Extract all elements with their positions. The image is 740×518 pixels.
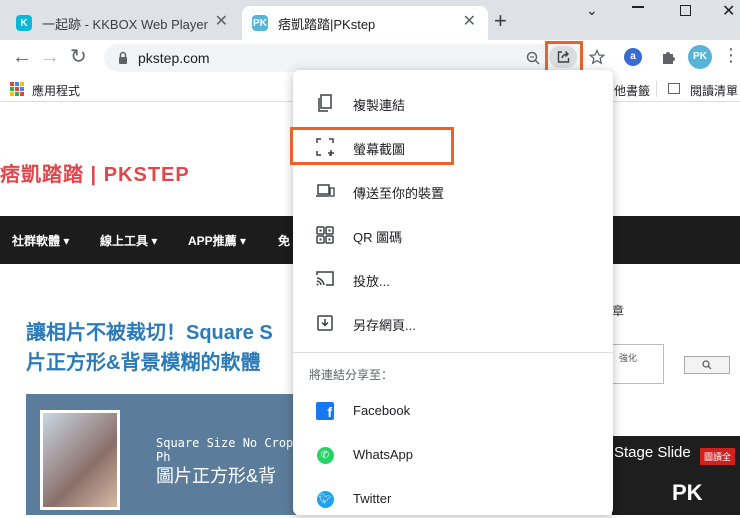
bookmark-apps[interactable]: 應用程式 (32, 82, 80, 99)
menu-item-whatsapp[interactable]: ✆ WhatsApp (293, 434, 613, 474)
forward-button[interactable]: → (40, 46, 60, 68)
twitter-icon: 🐦︎ (315, 489, 335, 509)
sidebar-image[interactable]: Stage Slide 圖讀全 PK (612, 436, 740, 515)
menu-divider (293, 352, 613, 353)
sidebar-search-button[interactable] (684, 356, 730, 374)
pkstep-favicon-icon: PK (252, 15, 268, 31)
extension-icon[interactable]: a (624, 48, 642, 66)
article-hero-image[interactable]: Square Size No Crop Ph 圖片正方形&背 (26, 394, 296, 515)
hero-text: Square Size No Crop Ph (156, 436, 294, 464)
close-icon[interactable]: ✕ (215, 14, 228, 30)
close-icon[interactable]: ✕ (463, 14, 476, 30)
new-tab-button[interactable]: + (494, 10, 507, 32)
share-to-label: 將連結分享至： (309, 368, 394, 382)
address-bar[interactable]: pkstep.com (104, 44, 586, 72)
menu-item-facebook[interactable]: f Facebook (293, 390, 613, 430)
nav-item-more[interactable]: 免 (278, 232, 290, 249)
divider (656, 81, 657, 97)
chevron-down-icon[interactable]: ⌄ (586, 2, 598, 19)
screenshot-highlight-box (290, 127, 454, 165)
article-title[interactable]: 讓相片不被裁切！Square S 片正方形&背景模糊的軟體 (26, 318, 273, 378)
menu-item-label: 複製連結 (353, 98, 406, 113)
nav-item-apps[interactable]: APP推薦 ▾ (188, 232, 246, 249)
hero-text: 圖片正方形&背 (156, 466, 277, 486)
share-highlight-box (545, 41, 583, 73)
nav-item-social[interactable]: 社群軟體 ▾ (12, 232, 69, 249)
menu-item-label: Facebook (353, 403, 411, 418)
tab-strip: K 一起跡 - KKBOX Web Player ✕ PK 痞凱踏踏|PKste… (0, 0, 740, 40)
article-title-line: 片正方形&背景模糊的軟體 (26, 352, 261, 374)
search-icon (702, 360, 712, 370)
minimize-button[interactable] (632, 6, 644, 8)
whatsapp-icon: ✆ (315, 445, 335, 465)
image-caption: Stage Slide (614, 444, 691, 461)
menu-item-save-page[interactable]: 另存網頁... (293, 302, 613, 342)
menu-item-label: QR 圖碼 (353, 230, 403, 245)
zoom-icon[interactable] (526, 51, 540, 65)
hero-photo (40, 410, 120, 510)
sidebar-input[interactable]: 強化 (612, 344, 664, 384)
facebook-icon: f (315, 401, 335, 421)
lock-icon (119, 51, 127, 64)
tab-title: 痞凱踏踏|PKstep (278, 16, 376, 32)
tab-pkstep[interactable]: PK 痞凱踏踏|PKstep ✕ (242, 6, 488, 40)
nav-item-tools[interactable]: 線上工具 ▾ (100, 232, 157, 249)
save-page-icon (317, 315, 333, 331)
copy-icon (318, 94, 332, 112)
kkbox-favicon-icon: K (16, 15, 32, 31)
menu-item-qr-code[interactable]: QR 圖碼 (293, 214, 613, 254)
menu-item-label: 傳送至你的裝置 (353, 186, 445, 201)
qr-code-icon (316, 226, 334, 244)
maximize-button[interactable] (680, 5, 691, 16)
image-badge: 圖讀全 (700, 448, 736, 465)
tab-title: 一起跡 - KKBOX Web Player (42, 16, 208, 32)
article-title-line: 讓相片不被裁切！Square S (26, 322, 273, 344)
menu-dots-icon[interactable]: ⋮ (722, 46, 740, 64)
cast-icon (316, 271, 334, 286)
sidebar-heading: 章 (612, 304, 625, 318)
tab-kkbox[interactable]: K 一起跡 - KKBOX Web Player ✕ (6, 6, 240, 40)
pk-logo: PK (672, 480, 703, 505)
bookmark-reading-list[interactable]: 閱讀清單 (690, 82, 738, 99)
menu-item-copy-link[interactable]: 複製連結 (293, 82, 613, 122)
avatar[interactable]: PK (688, 45, 712, 69)
back-button[interactable]: ← (12, 46, 32, 68)
menu-item-label: 投放... (353, 274, 390, 289)
reload-button[interactable]: ↻ (70, 46, 87, 68)
menu-item-label: 另存網頁... (353, 318, 416, 333)
devices-icon (316, 184, 335, 197)
menu-item-label: WhatsApp (353, 447, 413, 462)
close-window-button[interactable]: ✕ (722, 1, 735, 21)
reading-list-icon (668, 83, 680, 94)
url-text: pkstep.com (138, 50, 210, 66)
menu-item-cast[interactable]: 投放... (293, 258, 613, 298)
puzzle-extensions-icon[interactable] (660, 49, 676, 65)
menu-item-send-to-devices[interactable]: 傳送至你的裝置 (293, 170, 613, 210)
menu-item-twitter[interactable]: 🐦︎ Twitter (293, 478, 613, 518)
site-title[interactable]: 痞凱踏踏 | PKSTEP (0, 158, 190, 187)
bookmark-other[interactable]: 他書籤 (614, 82, 650, 99)
bookmark-star-icon[interactable] (589, 49, 605, 65)
apps-icon[interactable] (10, 82, 24, 96)
menu-item-label: Twitter (353, 491, 392, 506)
